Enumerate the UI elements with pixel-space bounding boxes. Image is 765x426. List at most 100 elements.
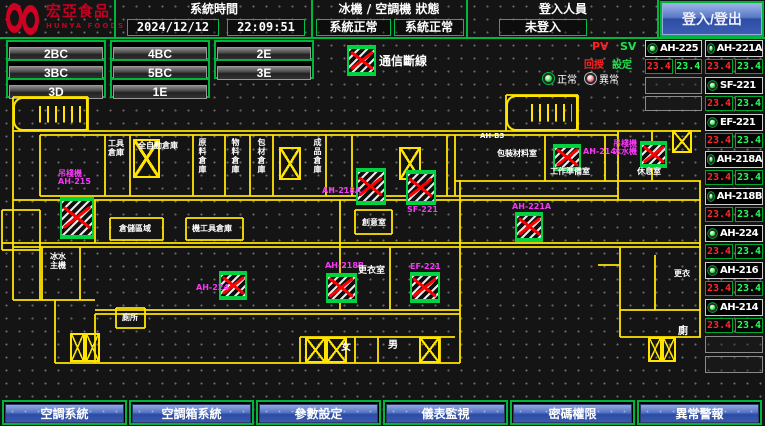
nav-button-ahu-system[interactable]: 空調箱系統	[132, 404, 251, 423]
ahu-ah-218b-icon[interactable]	[326, 273, 357, 303]
comm-fault-legend-icon	[347, 45, 376, 76]
room-label: 物料倉庫	[230, 138, 240, 190]
room-label: 休息室	[637, 167, 661, 176]
header-bar: 宏亞食品 HUNYA FOODS 系統時間 2024/12/12 22:09:5…	[0, 0, 765, 39]
room-label: 更衣室	[358, 267, 385, 276]
room-label: 冰水主機	[50, 252, 70, 270]
sv-value: 23.4	[735, 281, 763, 296]
device-name: AH-214	[720, 302, 758, 313]
device-ah-216-values: 23.423.4	[705, 281, 763, 296]
room-label: 工具倉庫	[108, 139, 128, 157]
pv-value: 23.4	[705, 244, 733, 259]
normal-led-icon	[543, 73, 554, 84]
device-ah-218b-values: 23.423.4	[705, 207, 763, 222]
brand-logo-icon	[6, 3, 42, 35]
nav-cell: 空調系統	[2, 400, 127, 425]
sv-value: 23.4	[735, 170, 763, 185]
floor-btn-cell: 3D	[6, 78, 106, 98]
ahu-sf-221-icon[interactable]	[406, 170, 436, 205]
sv-label: SV	[620, 40, 636, 53]
nav-button-ac-system[interactable]: 空調系統	[5, 404, 124, 423]
device-ah-218a-values: 23.423.4	[705, 170, 763, 185]
device-sf-221-values: 23.423.4	[705, 96, 763, 111]
ahu-ah-215-icon[interactable]	[60, 197, 94, 239]
login-status-display: 未登入	[499, 19, 587, 36]
room-label: 包材倉庫	[256, 138, 266, 190]
device-ef-221-values: 23.423.4	[705, 133, 763, 148]
device-name: AH-216	[720, 265, 758, 276]
device-ef-221[interactable]: EF-221	[705, 114, 763, 131]
divider	[114, 0, 116, 38]
equip-label-ah-214: AH-214	[583, 148, 616, 156]
floor-btn-cell: 1E	[110, 78, 210, 98]
shaft-icon	[85, 333, 100, 362]
nav-button-meter-monitor[interactable]: 儀表監視	[386, 404, 505, 423]
device-ah-216[interactable]: AH-216	[705, 262, 763, 279]
system-date-display: 2024/12/12	[127, 19, 219, 36]
floor-btn-cell: 4BC	[110, 40, 210, 60]
pv-name-label: 回授	[584, 56, 604, 71]
normal-label: 正常	[557, 71, 577, 86]
device-ah-218a[interactable]: AH-218A	[705, 151, 763, 168]
pv-value: 23.4	[705, 281, 733, 296]
device-ah-214-values: 23.423.4	[705, 318, 763, 333]
status-led-icon	[708, 229, 717, 238]
shaft-icon	[662, 337, 676, 362]
nav-cell: 密碼權限	[510, 400, 635, 425]
status-led-icon	[708, 155, 714, 164]
device-ah-218b[interactable]: AH-218B	[705, 188, 763, 205]
device-ah-224[interactable]: AH-224	[705, 225, 763, 242]
device-ah-225[interactable]: AH-225	[645, 40, 702, 57]
device-name: EF-221	[720, 117, 755, 128]
floor-btn-cell: 3E	[214, 59, 314, 79]
device-ah-225-values: 23.4 23.4	[645, 59, 702, 74]
room-label: 更衣	[674, 269, 690, 278]
sv-value: 23.4	[735, 133, 763, 148]
empty-device-slot	[705, 356, 763, 373]
status-led-icon	[708, 81, 717, 90]
system-clock-display: 22:09:51	[227, 19, 305, 36]
status-led-icon	[708, 192, 714, 201]
room-label: 機工具倉庫	[192, 224, 232, 233]
stairs-icon	[506, 95, 578, 131]
floor-button-3e[interactable]: 3E	[217, 66, 311, 80]
pv-label: PV	[592, 40, 609, 53]
status-led-icon	[708, 44, 714, 53]
status-led-icon	[708, 266, 717, 275]
device-name: AH-221A	[717, 43, 762, 54]
login-user-title: 登入人員	[470, 2, 656, 17]
device-ah-221a-values: 23.423.4	[705, 59, 763, 74]
room-label: 原料倉庫	[197, 138, 207, 190]
device-name: AH-225	[660, 43, 698, 54]
shaft-icon	[419, 337, 440, 363]
floor-button-1e[interactable]: 1E	[113, 85, 207, 99]
ahu-ef-221-icon[interactable]	[410, 272, 440, 303]
device-sf-221[interactable]: SF-221	[705, 77, 763, 94]
sv-value: 23.4	[735, 96, 763, 111]
ahu-status-display: 系統正常	[394, 19, 464, 36]
device-name: SF-221	[720, 80, 756, 91]
pv-value: 23.4	[705, 59, 733, 74]
ahu-ah-221a-icon[interactable]	[515, 212, 543, 242]
login-logout-button[interactable]: 登入/登出	[662, 3, 762, 35]
divider	[657, 0, 659, 38]
nav-button-password-auth[interactable]: 密碼權限	[513, 404, 632, 423]
equip-label-ef-221: EF-221	[410, 263, 441, 271]
nav-button-alarm[interactable]: 異常警報	[640, 404, 759, 423]
room-label: 女	[341, 343, 351, 352]
abnormal-label: 異常	[599, 71, 619, 86]
nav-button-param-settings[interactable]: 參數設定	[259, 404, 378, 423]
device-ah-214[interactable]: AH-214	[705, 299, 763, 316]
divider	[466, 0, 468, 38]
device-ah-221a[interactable]: AH-221A	[705, 40, 763, 57]
room-label: 創意室	[362, 218, 386, 227]
ahu-chiller-icon[interactable]	[640, 141, 667, 168]
status-led-icon	[648, 44, 657, 53]
empty-device-slot	[705, 336, 763, 353]
system-time-title: 系統時間	[118, 2, 310, 17]
equip-label-ah-224: AH-224	[196, 284, 229, 292]
shaft-icon	[672, 130, 692, 153]
sv-value: 23.4	[675, 59, 703, 74]
empty-device-slot	[645, 77, 702, 94]
device-ah-224-values: 23.423.4	[705, 244, 763, 259]
